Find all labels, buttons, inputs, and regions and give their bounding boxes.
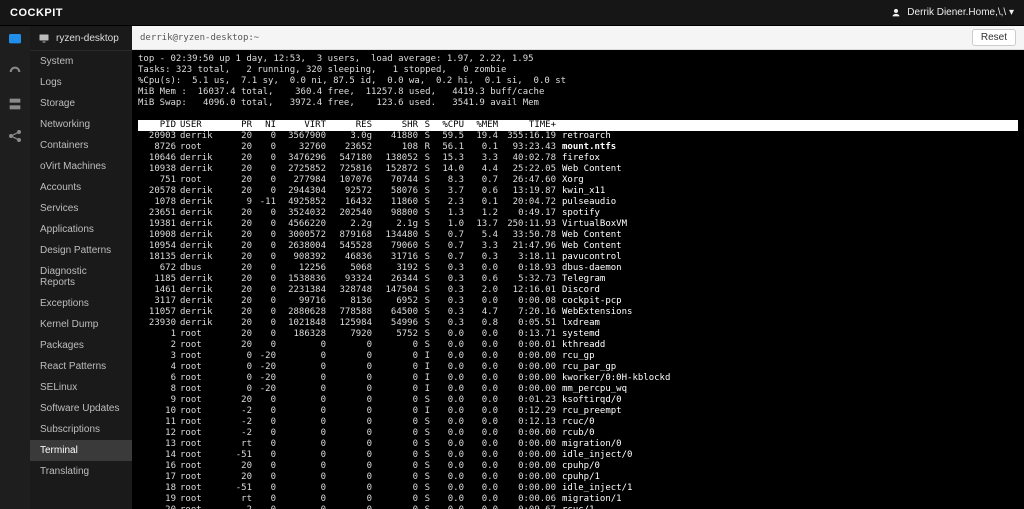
nav-item-applications[interactable]: Applications [30,219,132,240]
nav-list: SystemLogsStorageNetworkingContainersoVi… [30,51,132,482]
terminal-header: derrik@ryzen-desktop:~ Reset [132,26,1024,50]
terminal-prompt: derrik@ryzen-desktop:~ [140,33,259,43]
nav-item-diagnostic-reports[interactable]: Diagnostic Reports [30,261,132,293]
user-icon [891,8,901,18]
network-icon[interactable] [7,128,23,144]
gauge-icon[interactable] [7,64,23,80]
nav-item-kernel-dump[interactable]: Kernel Dump [30,314,132,335]
nav-item-terminal[interactable]: Terminal [30,440,132,461]
icon-rail [0,26,30,509]
reset-button[interactable]: Reset [972,29,1016,46]
sidebar: ryzen-desktop SystemLogsStorageNetworkin… [30,26,132,509]
host-name: ryzen-desktop [56,33,119,44]
user-label: Derrik Diener.Home,\,\ ▾ [907,7,1014,18]
brand-label: COCKPIT [10,7,63,19]
host-header[interactable]: ryzen-desktop [30,26,132,51]
nav-item-exceptions[interactable]: Exceptions [30,293,132,314]
host-icon [38,32,50,44]
nav-item-services[interactable]: Services [30,198,132,219]
nav-item-design-patterns[interactable]: Design Patterns [30,240,132,261]
nav-item-subscriptions[interactable]: Subscriptions [30,419,132,440]
nav-item-logs[interactable]: Logs [30,72,132,93]
nav-item-storage[interactable]: Storage [30,93,132,114]
nav-item-accounts[interactable]: Accounts [30,177,132,198]
user-menu[interactable]: Derrik Diener.Home,\,\ ▾ [891,7,1014,18]
top-bar: COCKPIT Derrik Diener.Home,\,\ ▾ [0,0,1024,26]
nav-item-translating[interactable]: Translating [30,461,132,482]
server-icon[interactable] [7,96,23,112]
nav-item-selinux[interactable]: SELinux [30,377,132,398]
nav-item-containers[interactable]: Containers [30,135,132,156]
dashboard-icon[interactable] [7,32,23,48]
nav-item-system[interactable]: System [30,51,132,72]
content-area: derrik@ryzen-desktop:~ Reset top - 02:39… [132,26,1024,509]
nav-item-networking[interactable]: Networking [30,114,132,135]
nav-item-react-patterns[interactable]: React Patterns [30,356,132,377]
nav-item-packages[interactable]: Packages [30,335,132,356]
nav-item-software-updates[interactable]: Software Updates [30,398,132,419]
terminal-output[interactable]: top - 02:39:50 up 1 day, 12:53, 3 users,… [132,50,1024,509]
nav-item-ovirt-machines[interactable]: oVirt Machines [30,156,132,177]
